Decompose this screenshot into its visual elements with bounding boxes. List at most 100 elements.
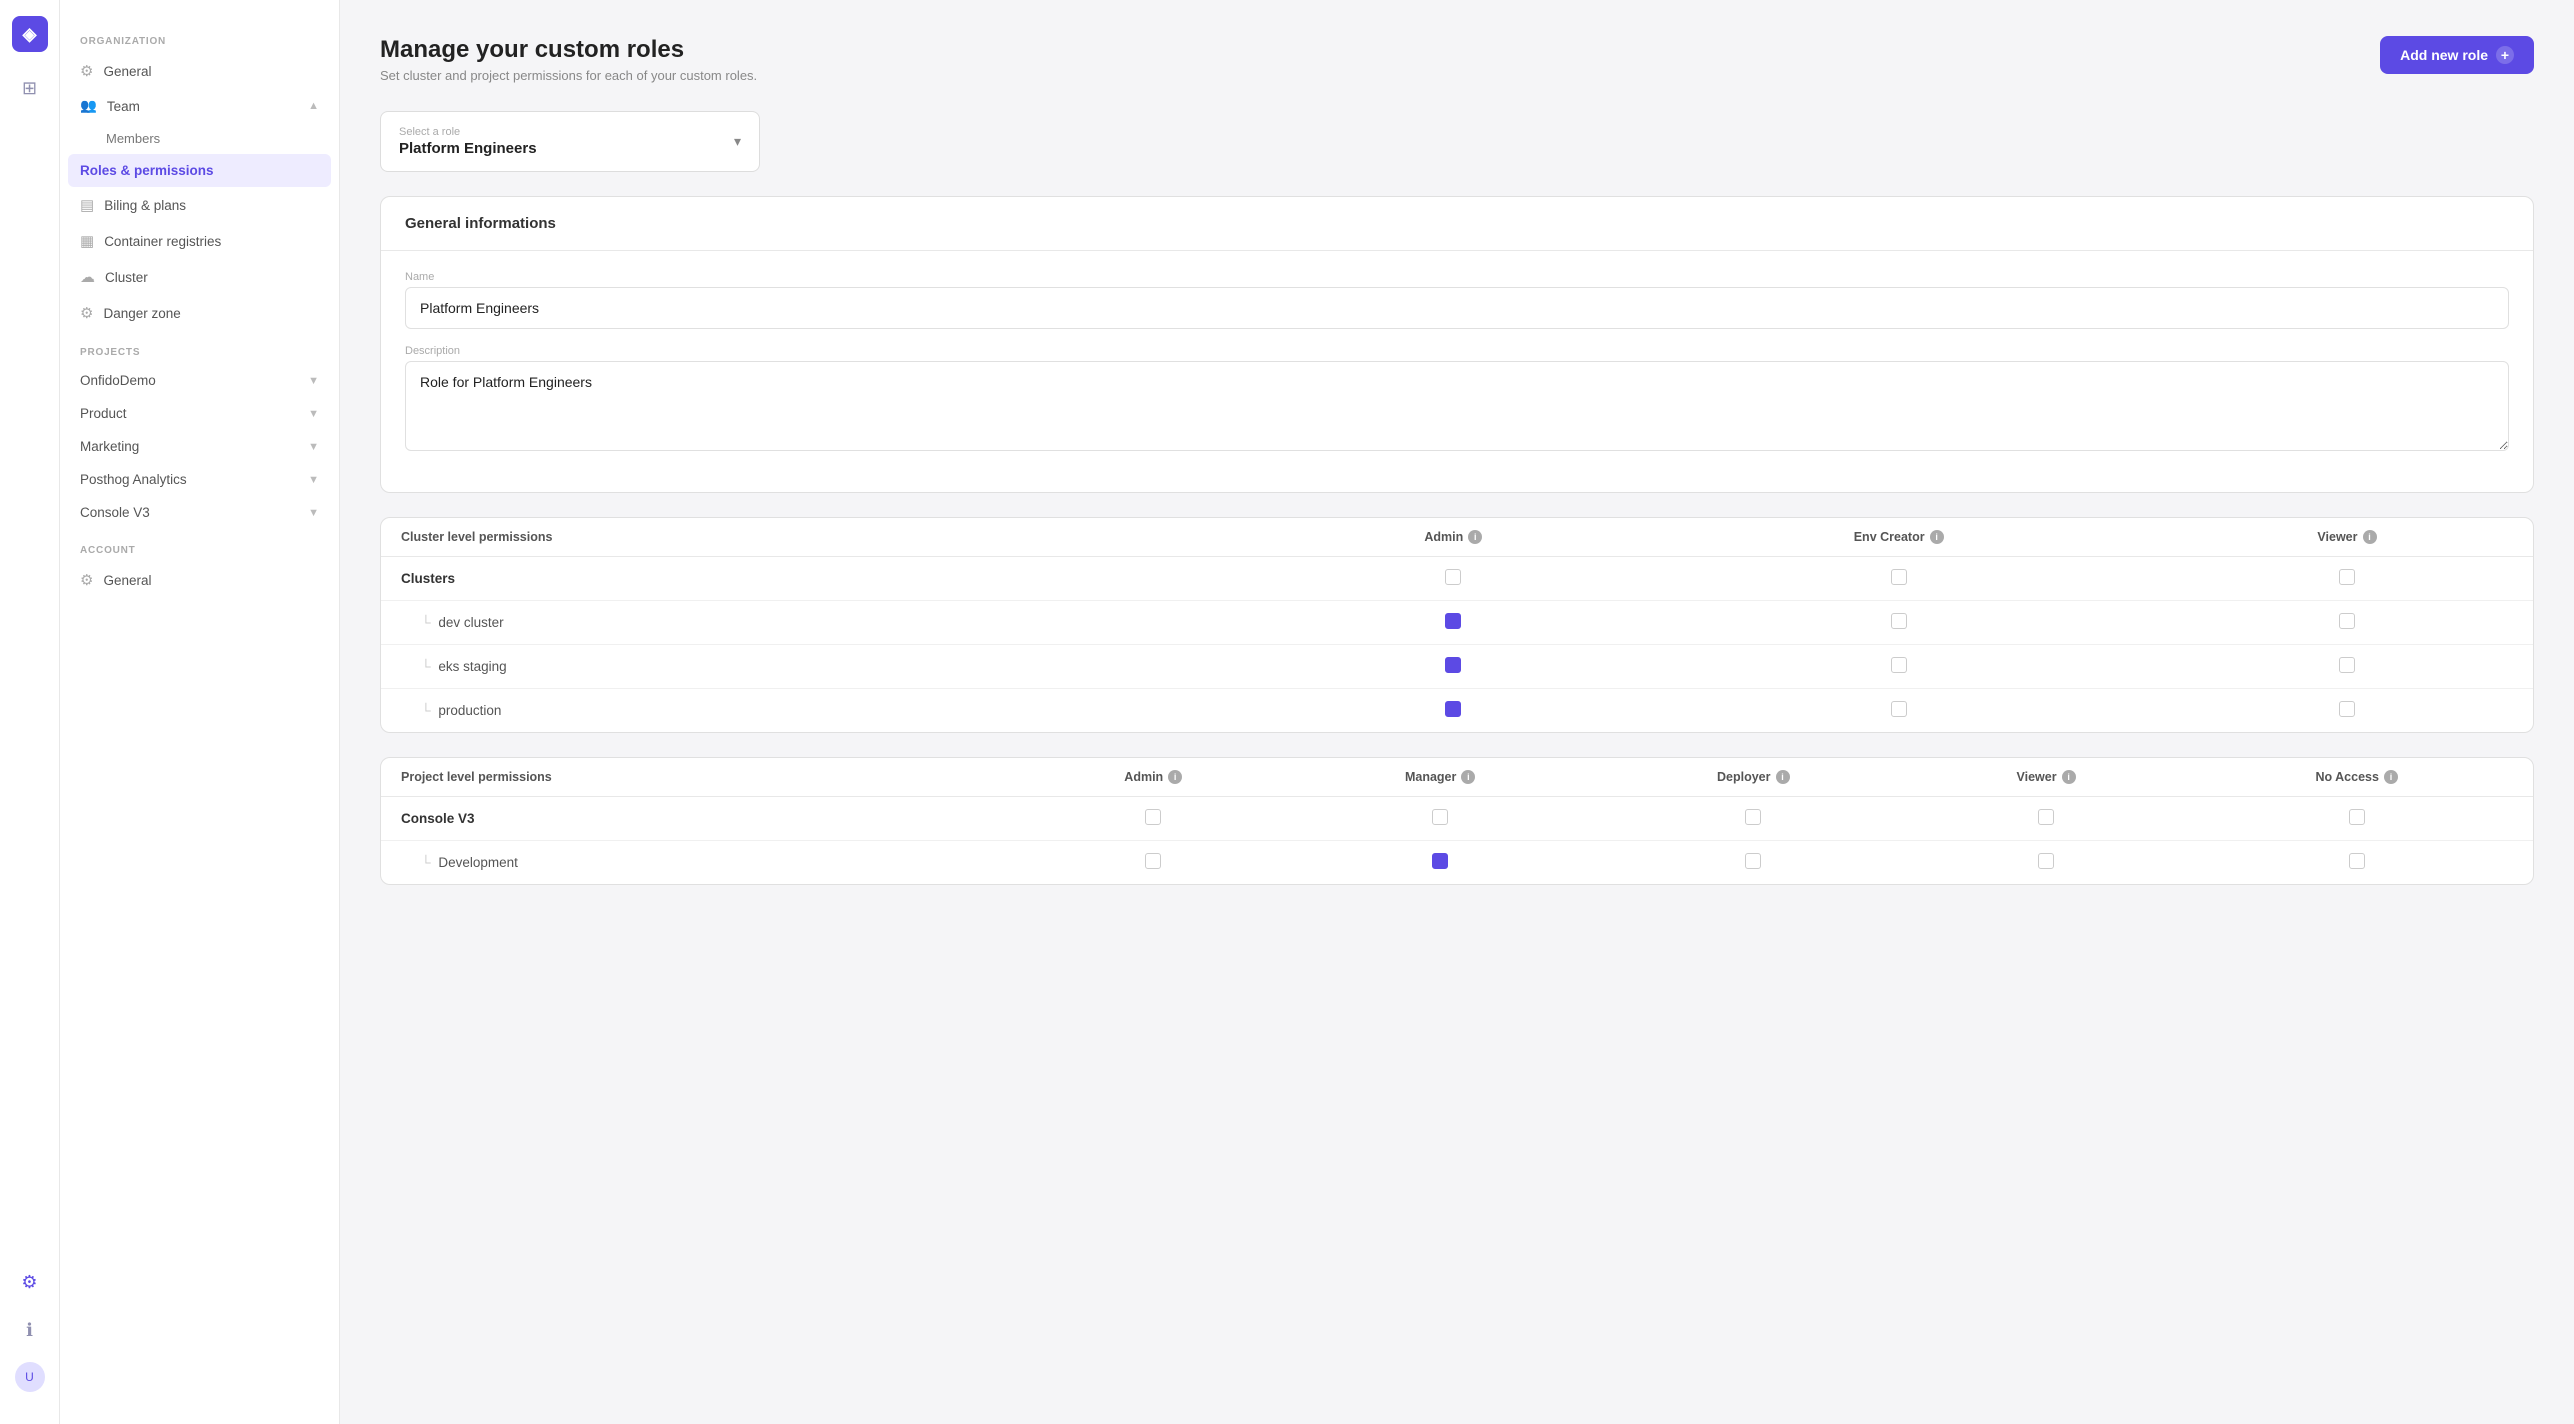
- sidebar-item-marketing[interactable]: Marketing ▼: [60, 430, 339, 463]
- cb-consolev3-no-access[interactable]: [2180, 797, 2533, 841]
- info-rail-icon[interactable]: ℹ: [14, 1314, 46, 1346]
- container-icon: ▦: [80, 232, 94, 250]
- table-row: Clusters: [381, 557, 2533, 601]
- table-row: └ Development: [381, 841, 2533, 885]
- cluster-col-name: Cluster level permissions: [381, 518, 1270, 557]
- cb-clusters-viewer[interactable]: [2161, 557, 2533, 601]
- row-name-production: └ production: [381, 689, 1270, 733]
- cb-dev-proj-manager[interactable]: [1286, 841, 1595, 885]
- row-name-consolev3: Console V3: [381, 797, 1021, 841]
- cb-dev-env-creator[interactable]: [1636, 601, 2161, 645]
- sidebar: ORGANIZATION ⚙ General 👥 Team ▲ Members …: [60, 0, 340, 1424]
- env-creator-info-icon: i: [1930, 530, 1944, 544]
- sidebar-item-consolev3[interactable]: Console V3 ▼: [60, 496, 339, 529]
- proj-col-deployer: Deployer i: [1595, 758, 1912, 797]
- row-name-clusters: Clusters: [381, 557, 1270, 601]
- table-row: Console V3: [381, 797, 2533, 841]
- cb-production-admin[interactable]: [1270, 689, 1636, 733]
- cb-clusters-env-creator[interactable]: [1636, 557, 2161, 601]
- settings-icon[interactable]: ⚙: [14, 1266, 46, 1298]
- cluster-col-admin: Admin i: [1270, 518, 1636, 557]
- cluster-permissions-table: Cluster level permissions Admin i Env Cr…: [381, 518, 2533, 732]
- desc-input[interactable]: Role for Platform Engineers: [405, 361, 2509, 451]
- cb-clusters-admin[interactable]: [1270, 557, 1636, 601]
- sidebar-item-posthog[interactable]: Posthog Analytics ▼: [60, 463, 339, 496]
- layers-icon[interactable]: ⊞: [14, 72, 46, 104]
- sidebar-item-general[interactable]: ⚙ General: [60, 53, 339, 89]
- sidebar-item-team[interactable]: 👥 Team ▲: [60, 89, 339, 123]
- cb-eks-viewer[interactable]: [2161, 645, 2533, 689]
- proj-col-no-access: No Access i: [2180, 758, 2533, 797]
- deployer-info-icon: i: [1776, 770, 1790, 784]
- cb-eks-env-creator[interactable]: [1636, 645, 2161, 689]
- app-logo[interactable]: ◈: [12, 16, 48, 52]
- cb-dev-proj-viewer[interactable]: [1912, 841, 2181, 885]
- cb-dev-proj-admin[interactable]: [1021, 841, 1286, 885]
- proj-col-viewer: Viewer i: [1912, 758, 2181, 797]
- acc-gear-icon: ⚙: [80, 571, 93, 589]
- sidebar-item-acc-general[interactable]: ⚙ General: [60, 562, 339, 598]
- sidebar-item-members[interactable]: Members: [60, 123, 339, 154]
- cb-consolev3-deployer[interactable]: [1595, 797, 1912, 841]
- add-new-role-button[interactable]: Add new role +: [2380, 36, 2534, 74]
- sidebar-item-danger[interactable]: ⚙ Danger zone: [60, 295, 339, 331]
- sidebar-item-cluster[interactable]: ☁ Cluster: [60, 259, 339, 295]
- main-content: Manage your custom roles Set cluster and…: [340, 0, 2574, 1424]
- cb-production-viewer[interactable]: [2161, 689, 2533, 733]
- icon-rail: ◈ ⊞ ⚙ ℹ U: [0, 0, 60, 1424]
- cloud-icon: ☁: [80, 268, 95, 286]
- danger-icon: ⚙: [80, 304, 93, 322]
- cluster-col-env-creator: Env Creator i: [1636, 518, 2161, 557]
- role-select-dropdown[interactable]: Select a role Platform Engineers ▾: [380, 111, 760, 172]
- admin-info-icon: i: [1468, 530, 1482, 544]
- role-select-chevron-icon: ▾: [734, 133, 741, 150]
- manager-info-icon: i: [1461, 770, 1475, 784]
- plus-icon: +: [2496, 46, 2514, 64]
- desc-field-group: Description Role for Platform Engineers: [405, 345, 2509, 456]
- table-row: └ dev cluster: [381, 601, 2533, 645]
- row-name-development: └ Development: [381, 841, 1021, 885]
- sidebar-item-container-registries[interactable]: ▦ Container registries: [60, 223, 339, 259]
- role-select-label: Select a role: [399, 126, 537, 138]
- viewer-cluster-info-icon: i: [2363, 530, 2377, 544]
- user-avatar-icon[interactable]: U: [15, 1362, 45, 1392]
- cb-dev-viewer[interactable]: [2161, 601, 2533, 645]
- no-access-info-icon: i: [2384, 770, 2398, 784]
- team-chevron-icon: ▲: [308, 100, 319, 112]
- projects-section-label: PROJECTS: [60, 331, 339, 364]
- cb-dev-proj-deployer[interactable]: [1595, 841, 1912, 885]
- project-permissions-card: Project level permissions Admin i Manage…: [380, 757, 2534, 885]
- name-label: Name: [405, 271, 2509, 283]
- cb-consolev3-viewer[interactable]: [1912, 797, 2181, 841]
- cb-dev-proj-no-access[interactable]: [2180, 841, 2533, 885]
- posthog-chevron-icon: ▼: [308, 474, 319, 486]
- proj-col-admin: Admin i: [1021, 758, 1286, 797]
- name-field-group: Name: [405, 271, 2509, 329]
- cb-consolev3-manager[interactable]: [1286, 797, 1595, 841]
- cluster-permissions-card: Cluster level permissions Admin i Env Cr…: [380, 517, 2534, 733]
- page-header: Manage your custom roles Set cluster and…: [380, 36, 2534, 83]
- proj-viewer-info-icon: i: [2062, 770, 2076, 784]
- cb-consolev3-admin[interactable]: [1021, 797, 1286, 841]
- role-select-value: Platform Engineers: [399, 140, 537, 157]
- project-permissions-table: Project level permissions Admin i Manage…: [381, 758, 2533, 884]
- sidebar-item-roles[interactable]: Roles & permissions: [68, 154, 331, 187]
- table-row: └ eks staging: [381, 645, 2533, 689]
- desc-label: Description: [405, 345, 2509, 357]
- general-info-card: General informations Name Description Ro…: [380, 196, 2534, 493]
- name-input[interactable]: [405, 287, 2509, 329]
- billing-icon: ▤: [80, 196, 94, 214]
- gear-icon: ⚙: [80, 62, 93, 80]
- proj-admin-info-icon: i: [1168, 770, 1182, 784]
- sidebar-item-product[interactable]: Product ▼: [60, 397, 339, 430]
- cb-dev-admin[interactable]: [1270, 601, 1636, 645]
- page-title: Manage your custom roles: [380, 36, 757, 64]
- cb-eks-admin[interactable]: [1270, 645, 1636, 689]
- proj-col-name: Project level permissions: [381, 758, 1021, 797]
- table-row: └ production: [381, 689, 2533, 733]
- consolev3-chevron-icon: ▼: [308, 507, 319, 519]
- general-info-header: General informations: [381, 197, 2533, 251]
- sidebar-item-onfidodemo[interactable]: OnfidoDemo ▼: [60, 364, 339, 397]
- sidebar-item-billing[interactable]: ▤ Biling & plans: [60, 187, 339, 223]
- cb-production-env-creator[interactable]: [1636, 689, 2161, 733]
